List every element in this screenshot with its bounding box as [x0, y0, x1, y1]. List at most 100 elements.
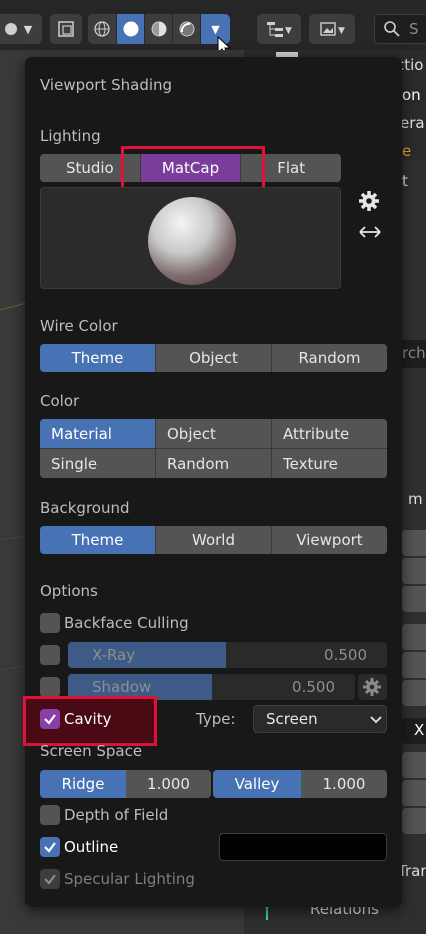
- matcap-preview[interactable]: [40, 187, 341, 289]
- ridge-field[interactable]: Ridge 1.000: [40, 770, 211, 798]
- hierarchy-icon: ▼: [267, 22, 292, 37]
- lighting-heading: Lighting: [40, 127, 101, 145]
- property-field[interactable]: [402, 652, 426, 678]
- shadow-checkbox[interactable]: [40, 677, 60, 697]
- wire-color-heading: Wire Color: [40, 317, 118, 335]
- panel-text: m: [408, 490, 423, 508]
- property-field[interactable]: [402, 586, 426, 612]
- depth-of-field-checkbox[interactable]: [40, 805, 60, 825]
- shadow-settings-button[interactable]: [358, 674, 387, 700]
- editor-type-button[interactable]: ▼: [0, 14, 42, 44]
- color-selector: Material Object Attribute Single Random …: [40, 419, 387, 478]
- chevron-down-icon: ▼: [23, 22, 33, 36]
- shadow-value: 0.500: [292, 678, 335, 696]
- background-selector: Theme World Viewport: [40, 526, 387, 554]
- property-field[interactable]: [402, 680, 426, 706]
- outline-checkbox[interactable]: [40, 837, 60, 857]
- outliner-text: t: [402, 172, 408, 190]
- color-single-button[interactable]: Single: [40, 449, 155, 478]
- cavity-type-value: Screen: [266, 710, 318, 728]
- xray-icon: [58, 21, 74, 37]
- cavity-type-dropdown[interactable]: Screen: [253, 705, 387, 733]
- valley-field[interactable]: Valley 1.000: [213, 770, 387, 798]
- rendered-shading-button[interactable]: [172, 14, 200, 44]
- panel-text: Tran: [398, 862, 426, 880]
- xray-checkbox[interactable]: [40, 645, 60, 665]
- outliner-text: era: [400, 114, 425, 132]
- valley-value: 1.000: [301, 770, 387, 798]
- wire-random-button[interactable]: Random: [271, 344, 387, 372]
- checkmark-icon: [44, 714, 56, 725]
- rendered-icon: [179, 21, 194, 37]
- color-texture-button[interactable]: Texture: [272, 449, 387, 478]
- color-object-button[interactable]: Object: [156, 419, 271, 448]
- background-heading: Background: [40, 499, 130, 517]
- options-heading: Options: [40, 582, 98, 600]
- wireframe-shading-button[interactable]: [88, 14, 116, 44]
- svg-text:▼: ▼: [285, 26, 292, 36]
- ridge-label: Ridge: [40, 770, 126, 798]
- axis-x-label: X: [414, 721, 425, 739]
- xray-alpha-slider[interactable]: X-Ray 0.500: [68, 642, 387, 668]
- gear-icon[interactable]: [358, 190, 380, 212]
- cavity-type-label: Type:: [196, 710, 236, 728]
- search-field[interactable]: S: [374, 14, 426, 44]
- ridge-value: 1.000: [126, 770, 211, 798]
- color-attribute-button[interactable]: Attribute: [272, 419, 387, 448]
- display-mode-button[interactable]: ▼: [309, 14, 355, 44]
- depth-of-field-label: Depth of Field: [64, 806, 169, 824]
- solid-shading-button[interactable]: [116, 14, 144, 44]
- background-viewport-button[interactable]: Viewport: [271, 526, 387, 554]
- chevron-down-icon: ▼: [211, 22, 220, 36]
- properties-search: rch: [402, 344, 426, 362]
- backface-culling-checkbox[interactable]: [40, 613, 60, 633]
- outline-label: Outline: [64, 838, 119, 856]
- material-preview-button[interactable]: [144, 14, 172, 44]
- search-placeholder: S: [409, 20, 419, 38]
- viewport-header: ▼ ▼ ▼ ▼ S: [0, 0, 426, 57]
- specular-lighting-label: Specular Lighting: [64, 870, 195, 888]
- valley-label: Valley: [213, 770, 301, 798]
- outliner-filter-button[interactable]: ▼: [257, 14, 301, 44]
- property-field[interactable]: [402, 808, 426, 834]
- wire-theme-button[interactable]: Theme: [40, 344, 155, 372]
- checkmark-icon: [44, 842, 56, 853]
- specular-lighting-checkbox[interactable]: [40, 869, 60, 889]
- svg-text:▼: ▼: [338, 26, 345, 36]
- solid-icon: [123, 21, 138, 37]
- color-heading: Color: [40, 392, 80, 410]
- property-field[interactable]: [402, 624, 426, 650]
- search-icon: [384, 21, 400, 37]
- chevron-down-icon: [370, 716, 382, 724]
- background-theme-button[interactable]: Theme: [40, 526, 155, 554]
- cavity-label: Cavity: [64, 710, 112, 728]
- image-icon: ▼: [320, 22, 345, 36]
- property-field[interactable]: [402, 530, 426, 556]
- backface-culling-label: Backface Culling: [64, 614, 189, 632]
- popover-title: Viewport Shading: [40, 76, 173, 94]
- wireframe-icon: [94, 21, 110, 37]
- cavity-checkbox[interactable]: [40, 709, 60, 729]
- flip-horizontal-icon[interactable]: [358, 224, 382, 240]
- xray-label: X-Ray: [92, 646, 136, 664]
- outliner-text: e: [402, 142, 412, 160]
- color-random-button[interactable]: Random: [156, 449, 271, 478]
- background-world-button[interactable]: World: [155, 526, 271, 554]
- property-field[interactable]: [402, 780, 426, 806]
- shadow-label: Shadow: [92, 678, 152, 696]
- outline-color-swatch[interactable]: [219, 833, 387, 861]
- xray-value: 0.500: [324, 646, 367, 664]
- gear-icon: [363, 678, 381, 696]
- property-field[interactable]: [402, 752, 426, 778]
- globe-icon: [4, 23, 17, 35]
- material-preview-icon: [151, 21, 166, 37]
- viewport-shading-popover: Viewport Shading Lighting Studio MatCap …: [23, 57, 402, 907]
- property-field[interactable]: [402, 558, 426, 584]
- checkmark-icon: [44, 874, 56, 885]
- color-material-button[interactable]: Material: [40, 419, 155, 448]
- matcap-sphere: [148, 197, 236, 285]
- wire-object-button[interactable]: Object: [155, 344, 271, 372]
- toggle-xray-button[interactable]: [50, 14, 82, 44]
- screen-space-heading: Screen Space: [40, 742, 143, 760]
- outliner-text: on: [402, 86, 421, 104]
